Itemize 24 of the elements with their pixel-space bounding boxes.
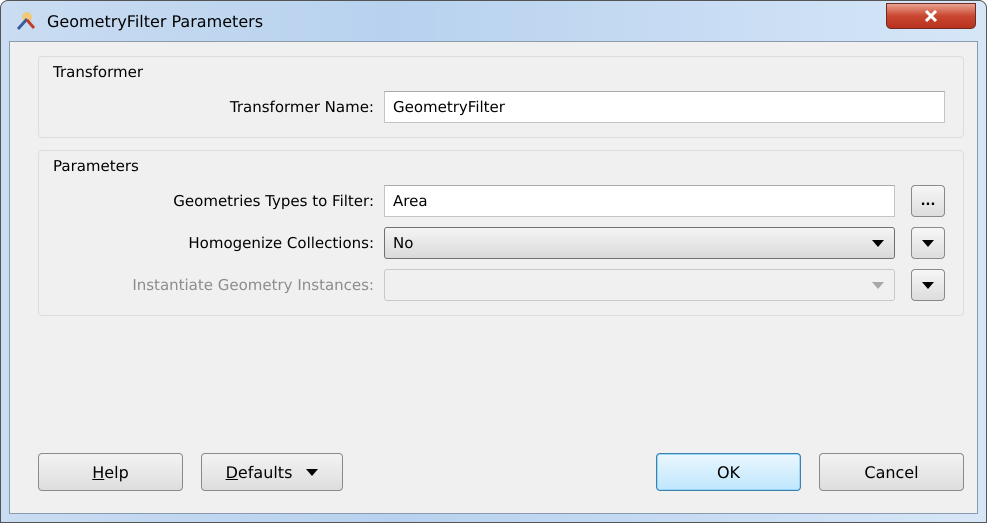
caret-down-icon bbox=[922, 240, 934, 246]
text-field[interactable]: GeometryFilter bbox=[384, 91, 945, 123]
caret-down-icon bbox=[872, 282, 884, 288]
dropdown[interactable]: No bbox=[384, 227, 895, 259]
close-button[interactable] bbox=[886, 3, 976, 29]
caret-down-icon bbox=[872, 240, 884, 246]
field-label: Instantiate Geometry Instances: bbox=[131, 276, 375, 294]
menu-button[interactable]: Defaults bbox=[201, 453, 343, 491]
caret-down-icon bbox=[306, 468, 318, 476]
dialog-button[interactable]: OK bbox=[656, 453, 801, 491]
field-label: Transformer Name: bbox=[228, 98, 375, 116]
window-title: GeometryFilter Parameters bbox=[47, 12, 264, 30]
field-label: Homogenize Collections: bbox=[187, 234, 375, 252]
close-icon bbox=[924, 10, 938, 22]
dialog-button[interactable]: Cancel bbox=[819, 453, 964, 491]
menu-button[interactable] bbox=[911, 227, 945, 259]
group-title: Parameters bbox=[53, 157, 140, 175]
caret-down-icon bbox=[922, 282, 934, 288]
group-title: Transformer bbox=[53, 63, 144, 81]
text-field[interactable]: Area bbox=[384, 185, 895, 217]
dialog-button[interactable]: Help bbox=[38, 453, 183, 491]
browse-button[interactable]: ... bbox=[911, 185, 945, 217]
field-label: Geometries Types to Filter: bbox=[172, 192, 375, 210]
app-icon bbox=[15, 11, 37, 31]
